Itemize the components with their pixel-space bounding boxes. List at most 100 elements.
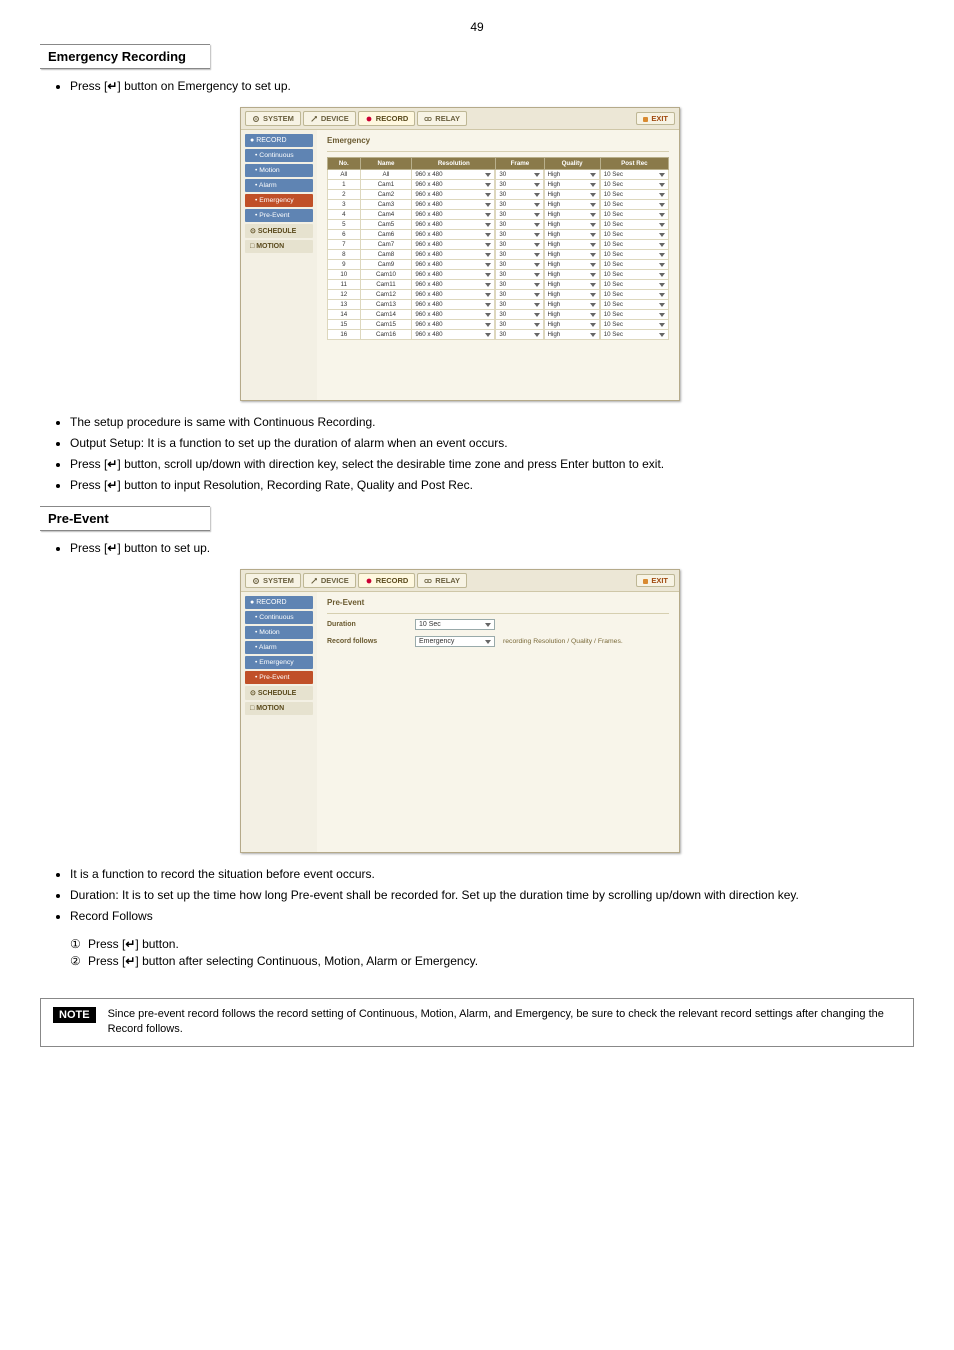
cell-quality[interactable]: High [544, 170, 599, 180]
tab-relay[interactable]: RELAY [417, 111, 467, 126]
cell-res[interactable]: 960 x 480 [412, 180, 495, 190]
cell-frame[interactable]: 30 [496, 300, 543, 310]
sidebar-continuous-2[interactable]: • Continuous [245, 611, 313, 624]
cell-quality[interactable]: High [544, 240, 599, 250]
exit-button[interactable]: EXIT [636, 112, 675, 125]
cell-frame[interactable]: 30 [496, 320, 543, 330]
cell-postrec[interactable]: 10 Sec [600, 170, 668, 180]
cell-postrec[interactable]: 10 Sec [600, 260, 668, 270]
exit-button-2[interactable]: EXIT [636, 574, 675, 587]
cell-quality[interactable]: High [544, 230, 599, 240]
cell-quality[interactable]: High [544, 220, 599, 230]
tab-record-2[interactable]: RECORD [358, 573, 416, 588]
sidebar-schedule-2[interactable]: ⊙ SCHEDULE [245, 686, 313, 700]
cell-frame[interactable]: 30 [496, 190, 543, 200]
duration-select[interactable]: 10 Sec [415, 619, 495, 630]
sidebar-alarm[interactable]: • Alarm [245, 179, 313, 192]
cell-frame[interactable]: 30 [496, 230, 543, 240]
cell-frame[interactable]: 30 [496, 330, 543, 340]
cell-quality[interactable]: High [544, 330, 599, 340]
cell-res[interactable]: 960 x 480 [412, 210, 495, 220]
follows-select[interactable]: Emergency [415, 636, 495, 647]
cell-frame[interactable]: 30 [496, 170, 543, 180]
cell-res[interactable]: 960 x 480 [412, 300, 495, 310]
cell-quality[interactable]: High [544, 310, 599, 320]
sidebar-preevent-2[interactable]: • Pre-Event [245, 671, 313, 684]
cell-res[interactable]: 960 x 480 [412, 260, 495, 270]
cell-quality[interactable]: High [544, 190, 599, 200]
cell-frame[interactable]: 30 [496, 280, 543, 290]
cell-postrec[interactable]: 10 Sec [600, 330, 668, 340]
cell-quality[interactable]: High [544, 180, 599, 190]
cell-postrec[interactable]: 10 Sec [600, 220, 668, 230]
tab-system-2[interactable]: SYSTEM [245, 573, 301, 588]
cell-quality[interactable]: High [544, 290, 599, 300]
sidebar-motion-2[interactable]: • Motion [245, 626, 313, 639]
cell-quality[interactable]: High [544, 300, 599, 310]
cell-quality[interactable]: High [544, 250, 599, 260]
cell-frame[interactable]: 30 [496, 220, 543, 230]
cell-res[interactable]: 960 x 480 [412, 240, 495, 250]
cell-frame[interactable]: 30 [496, 240, 543, 250]
cell-quality[interactable]: High [544, 320, 599, 330]
cell-frame[interactable]: 30 [496, 270, 543, 280]
cell-res[interactable]: 960 x 480 [412, 220, 495, 230]
sidebar-continuous[interactable]: • Continuous [245, 149, 313, 162]
cell-quality[interactable]: High [544, 280, 599, 290]
cell-frame[interactable]: 30 [496, 210, 543, 220]
tab-record[interactable]: RECORD [358, 111, 416, 126]
cell-postrec[interactable]: 10 Sec [600, 270, 668, 280]
sidebar-record[interactable]: ● RECORD [245, 134, 313, 147]
chevron-down-icon [590, 303, 596, 307]
tab-relay-2[interactable]: RELAY [417, 573, 467, 588]
tab-device[interactable]: DEVICE [303, 111, 356, 126]
cell-res[interactable]: 960 x 480 [412, 170, 495, 180]
cell-postrec[interactable]: 10 Sec [600, 300, 668, 310]
cell-res[interactable]: 960 x 480 [412, 330, 495, 340]
sidebar-emergency-2[interactable]: • Emergency [245, 656, 313, 669]
cell-postrec[interactable]: 10 Sec [600, 310, 668, 320]
cell-quality[interactable]: High [544, 210, 599, 220]
chevron-down-icon [659, 243, 665, 247]
cell-postrec[interactable]: 10 Sec [600, 190, 668, 200]
cell-quality[interactable]: High [544, 200, 599, 210]
cell-name: Cam16 [360, 330, 412, 340]
cell-quality[interactable]: High [544, 270, 599, 280]
cell-frame[interactable]: 30 [496, 200, 543, 210]
cell-frame[interactable]: 30 [496, 310, 543, 320]
sidebar-motion2[interactable]: □ MOTION [245, 240, 313, 253]
sidebar-motion2-2[interactable]: □ MOTION [245, 702, 313, 715]
sidebar-record-2[interactable]: ● RECORD [245, 596, 313, 609]
cell-res[interactable]: 960 x 480 [412, 280, 495, 290]
cell-quality[interactable]: High [544, 260, 599, 270]
sidebar-schedule[interactable]: ⊙ SCHEDULE [245, 224, 313, 238]
cell-postrec[interactable]: 10 Sec [600, 180, 668, 190]
cell-postrec[interactable]: 10 Sec [600, 290, 668, 300]
cell-postrec[interactable]: 10 Sec [600, 280, 668, 290]
cell-postrec[interactable]: 10 Sec [600, 230, 668, 240]
sidebar-preevent[interactable]: • Pre-Event [245, 209, 313, 222]
cell-postrec[interactable]: 10 Sec [600, 200, 668, 210]
cell-res[interactable]: 960 x 480 [412, 270, 495, 280]
cell-postrec[interactable]: 10 Sec [600, 320, 668, 330]
sidebar-emergency[interactable]: • Emergency [245, 194, 313, 207]
cell-res[interactable]: 960 x 480 [412, 200, 495, 210]
cell-res[interactable]: 960 x 480 [412, 310, 495, 320]
cell-res[interactable]: 960 x 480 [412, 320, 495, 330]
cell-frame[interactable]: 30 [496, 250, 543, 260]
cell-res[interactable]: 960 x 480 [412, 250, 495, 260]
sidebar-motion[interactable]: • Motion [245, 164, 313, 177]
cell-no: 15 [328, 320, 361, 330]
cell-frame[interactable]: 30 [496, 180, 543, 190]
sidebar-alarm-2[interactable]: • Alarm [245, 641, 313, 654]
tab-device-2[interactable]: DEVICE [303, 573, 356, 588]
cell-res[interactable]: 960 x 480 [412, 230, 495, 240]
cell-postrec[interactable]: 10 Sec [600, 240, 668, 250]
cell-postrec[interactable]: 10 Sec [600, 250, 668, 260]
cell-res[interactable]: 960 x 480 [412, 190, 495, 200]
tab-system[interactable]: SYSTEM [245, 111, 301, 126]
cell-frame[interactable]: 30 [496, 260, 543, 270]
cell-res[interactable]: 960 x 480 [412, 290, 495, 300]
cell-postrec[interactable]: 10 Sec [600, 210, 668, 220]
cell-frame[interactable]: 30 [496, 290, 543, 300]
